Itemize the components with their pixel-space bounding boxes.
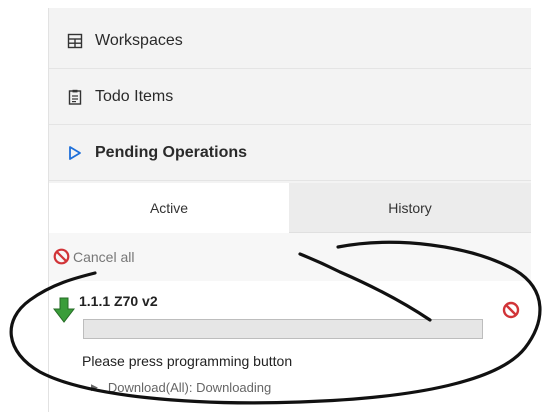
pending-operation-item: 1.1.1 Z70 v2 Please press programming bu… bbox=[49, 281, 531, 412]
operation-detail-text: Download(All): Downloading bbox=[107, 380, 272, 395]
workspaces-grid-icon bbox=[67, 33, 83, 49]
operation-progress-bar bbox=[83, 319, 483, 339]
cancel-icon bbox=[53, 248, 70, 265]
clipboard-icon bbox=[67, 89, 83, 105]
cancel-all-label: Cancel all bbox=[73, 249, 135, 265]
nav-item-workspaces-label: Workspaces bbox=[95, 32, 183, 49]
side-panel: Workspaces Todo Items Pending Operations… bbox=[48, 8, 531, 412]
cancel-icon bbox=[502, 301, 520, 319]
operation-status-text: Please press programming button bbox=[82, 353, 293, 369]
tab-history[interactable]: History bbox=[289, 183, 531, 233]
tab-active[interactable]: Active bbox=[49, 183, 289, 233]
download-arrow-icon bbox=[52, 297, 76, 323]
operation-detail-expander[interactable]: ▶ Download(All): Downloading bbox=[91, 380, 271, 395]
nav-item-todo-label: Todo Items bbox=[95, 88, 174, 105]
operation-title: 1.1.1 Z70 v2 bbox=[79, 293, 158, 309]
nav-item-pending-operations[interactable]: Pending Operations bbox=[49, 126, 531, 181]
nav-item-pending-label: Pending Operations bbox=[95, 144, 248, 161]
operation-cancel-button[interactable] bbox=[502, 301, 520, 319]
nav-item-workspaces[interactable]: Workspaces bbox=[49, 14, 531, 69]
nav-item-todo[interactable]: Todo Items bbox=[49, 70, 531, 125]
operations-tabs: Active History bbox=[49, 183, 531, 233]
cancel-all-button[interactable]: Cancel all bbox=[49, 233, 531, 281]
expand-arrow-icon: ▶ bbox=[91, 382, 98, 392]
expand-triangle-icon bbox=[67, 145, 83, 161]
